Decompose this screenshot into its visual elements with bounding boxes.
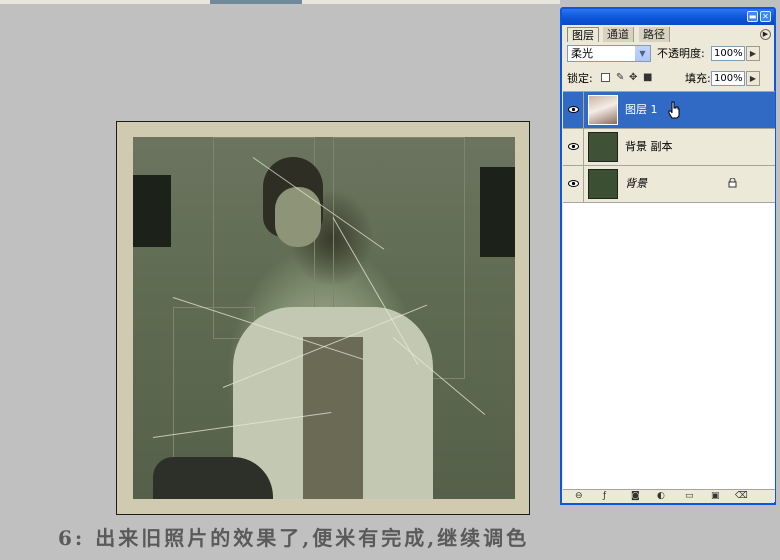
layers-palette: ▬ ✕ 图层 通道 路径 ▶ 柔光 ▼ 不透明度: 100% ▶ 锁定: ✎ ✥… (560, 7, 776, 505)
eye-icon (568, 143, 579, 150)
layer-thumbnail (588, 95, 618, 125)
palette-titlebar[interactable]: ▬ ✕ (562, 9, 774, 25)
opacity-label: 不透明度: (657, 47, 705, 60)
blend-opacity-row: 柔光 ▼ 不透明度: 100% ▶ (565, 44, 773, 64)
minimize-button[interactable]: ▬ (747, 11, 758, 22)
layer-name[interactable]: 背景 副本 (625, 140, 673, 154)
new-layer-icon[interactable]: ▣ (711, 491, 720, 501)
photo-subject-neckline (303, 337, 363, 499)
tab-channels[interactable]: 通道 (603, 27, 634, 42)
hand-cursor-icon (668, 101, 680, 119)
opacity-slider-arrow[interactable]: ▶ (746, 46, 760, 61)
lock-label: 锁定: (567, 72, 593, 85)
layer-name[interactable]: 背景 (625, 177, 647, 191)
adjustment-layer-icon[interactable]: ◐ (657, 491, 665, 501)
aged-photo-image (133, 137, 515, 499)
layer-row-background[interactable]: 背景 (563, 166, 775, 203)
layer-thumbnail (588, 169, 618, 199)
fill-label: 填充: (685, 72, 711, 85)
lock-position-icon[interactable]: ✥ (629, 72, 637, 84)
layer-row-background-copy[interactable]: 背景 副本 (563, 129, 775, 166)
group-folder-icon[interactable]: ▭ (685, 491, 694, 501)
toolbar-highlight (210, 0, 302, 4)
photo-dark-fabric (153, 457, 273, 499)
palette-bottom-bar: ⊖ ƒ ◙ ◐ ▭ ▣ ⌫ (563, 489, 775, 502)
blend-mode-select[interactable]: 柔光 ▼ (567, 45, 651, 62)
fill-input[interactable]: 100% (711, 71, 745, 86)
lock-icon (728, 178, 737, 188)
visibility-toggle[interactable] (563, 129, 584, 165)
layer-row-layer1[interactable]: 图层 1 (563, 92, 775, 129)
layer-name[interactable]: 图层 1 (625, 103, 658, 117)
layer-thumbnail (588, 132, 618, 162)
opacity-input[interactable]: 100% (711, 46, 745, 61)
mask-icon[interactable]: ◙ (631, 491, 640, 501)
photo-subject-face (275, 187, 321, 247)
visibility-toggle[interactable] (563, 166, 584, 202)
palette-menu-icon[interactable]: ▶ (760, 29, 771, 40)
tutorial-caption: 6: 出来旧照片的效果了,便米有完成,继续调色 (58, 526, 530, 550)
chevron-down-icon[interactable]: ▼ (634, 46, 650, 61)
visibility-toggle[interactable] (563, 92, 584, 128)
lock-all-icon[interactable]: ■ (643, 72, 652, 84)
palette-tabs: 图层 通道 路径 ▶ (565, 25, 773, 42)
photo-border (117, 122, 529, 514)
layer-style-icon[interactable]: ƒ (603, 491, 606, 501)
tab-paths[interactable]: 路径 (639, 27, 670, 42)
eye-icon (568, 180, 579, 187)
top-toolbar-remnant (0, 0, 560, 4)
photo-window-right (480, 167, 515, 257)
layers-list: 图层 1 背景 副本 背景 (563, 91, 775, 494)
document-canvas[interactable] (116, 121, 530, 515)
blend-mode-value: 柔光 (571, 47, 593, 60)
lock-image-pixels-icon[interactable]: ✎ (616, 72, 624, 84)
lock-fill-row: 锁定: ✎ ✥ ■ 填充: 100% ▶ (565, 69, 773, 89)
link-icon[interactable]: ⊖ (575, 491, 583, 501)
photo-window-left (133, 175, 171, 247)
lock-transparent-pixels-icon[interactable] (601, 73, 610, 82)
close-button[interactable]: ✕ (760, 11, 771, 22)
trash-icon[interactable]: ⌫ (735, 491, 748, 501)
fill-slider-arrow[interactable]: ▶ (746, 71, 760, 86)
tab-layers[interactable]: 图层 (567, 27, 599, 42)
eye-icon (568, 106, 579, 113)
